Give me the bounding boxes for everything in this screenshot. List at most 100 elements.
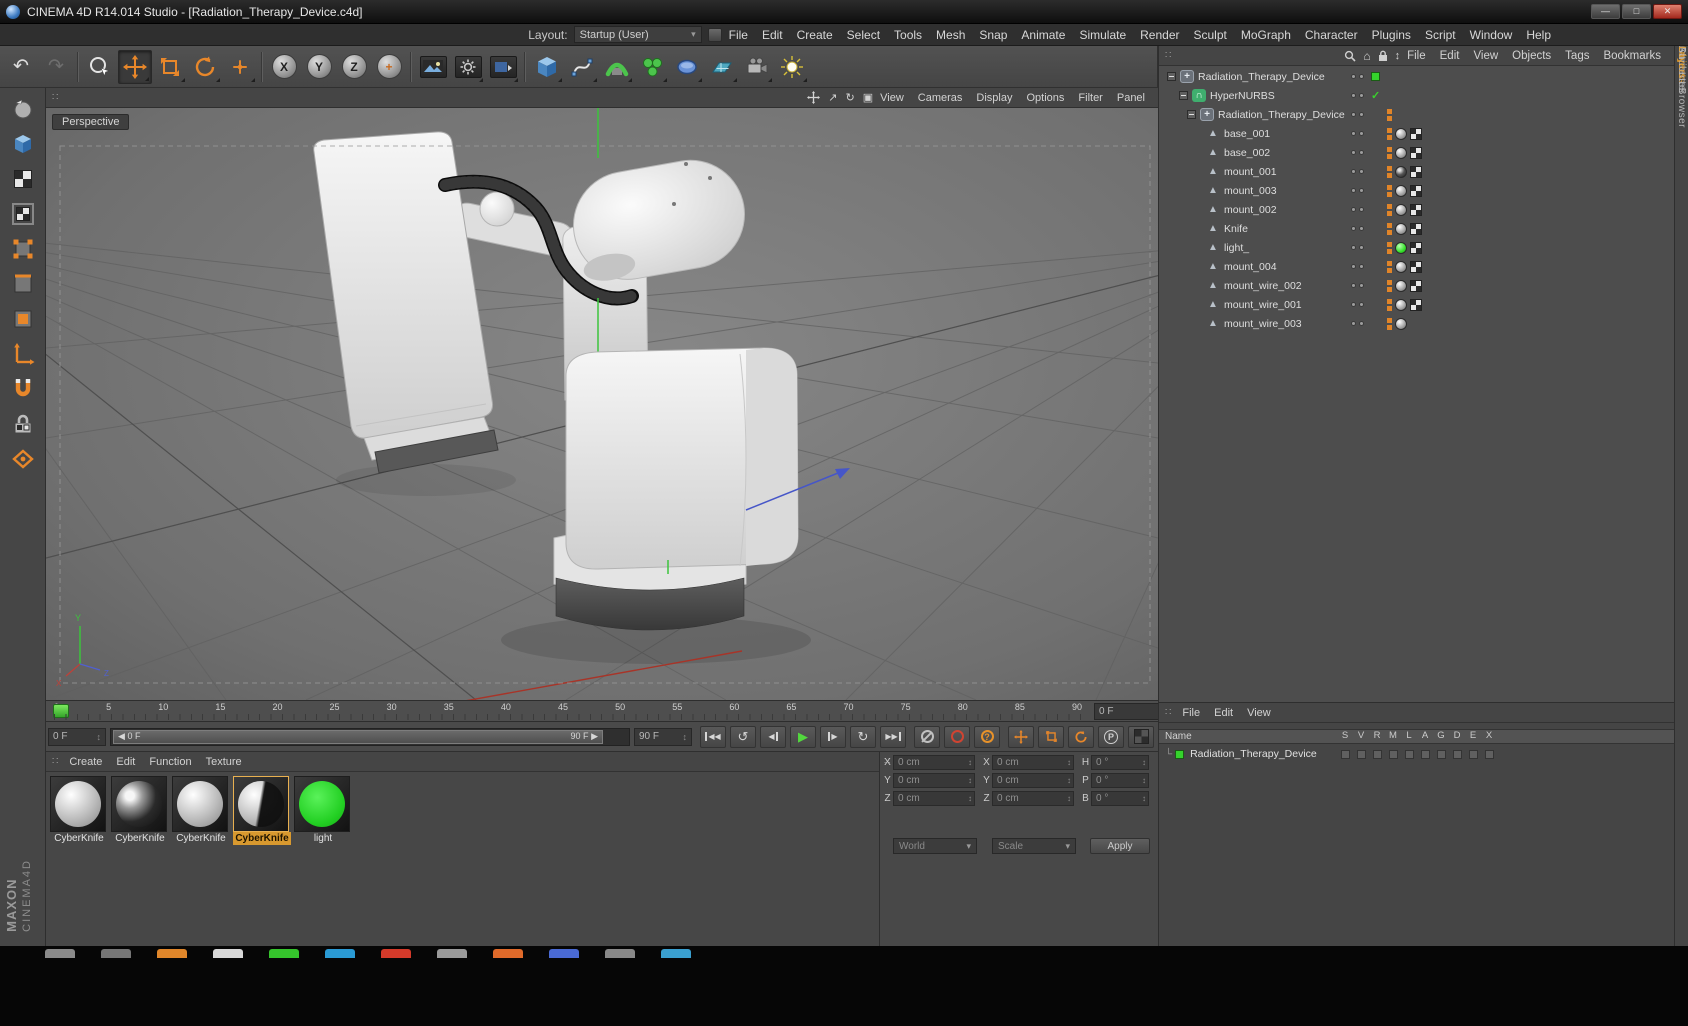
material-item[interactable]: CyberKnife: [172, 776, 230, 845]
model-mode-button[interactable]: [5, 127, 41, 161]
object-state-icon[interactable]: [1371, 72, 1380, 81]
menubar-item[interactable]: Tools: [887, 26, 929, 44]
object-name[interactable]: base_001: [1224, 128, 1270, 140]
layer-toggle[interactable]: [1353, 749, 1369, 759]
coordinate-field[interactable]: 0 cm ↕: [992, 773, 1074, 788]
menubar-item[interactable]: Character: [1298, 26, 1365, 44]
uvw-tag-icon[interactable]: [1410, 165, 1422, 178]
rotate-view-icon[interactable]: ↻: [846, 91, 855, 104]
stepper-icon[interactable]: ↕: [683, 732, 688, 742]
menubar-item[interactable]: MoGraph: [1234, 26, 1298, 44]
visibility-dots[interactable]: [1351, 188, 1364, 193]
pan-view-icon[interactable]: [807, 91, 821, 104]
menubar-item[interactable]: Create: [790, 26, 840, 44]
viewport-menu-item[interactable]: Panel: [1110, 91, 1152, 105]
menubar-item[interactable]: Help: [1519, 26, 1558, 44]
keyframe-off-button[interactable]: [914, 725, 940, 748]
layout-dropdown[interactable]: Startup (User) ▾: [573, 26, 702, 43]
layer-column-letter[interactable]: X: [1481, 730, 1497, 741]
coordinate-field[interactable]: 0 cm ↕: [893, 791, 975, 806]
menubar-item[interactable]: Plugins: [1365, 26, 1418, 44]
material-menu-item[interactable]: Edit: [109, 755, 142, 769]
transform-space-dropdown[interactable]: World ▾: [893, 838, 977, 854]
search-icon[interactable]: [1344, 50, 1356, 62]
layer-column-letter[interactable]: R: [1369, 730, 1385, 741]
viewport-menu-item[interactable]: Filter: [1071, 91, 1109, 105]
viewport-menu-item[interactable]: Options: [1019, 91, 1071, 105]
material-menu-item[interactable]: Create: [62, 755, 109, 769]
menubar-item[interactable]: Select: [840, 26, 887, 44]
coordinate-field[interactable]: 0 cm ↕: [992, 791, 1074, 806]
zoom-view-icon[interactable]: ↗: [828, 91, 837, 104]
uvw-tag-icon[interactable]: [1410, 184, 1422, 197]
taskbar-icon[interactable]: [45, 949, 75, 958]
points-mode-button[interactable]: [5, 232, 41, 266]
perspective-viewport[interactable]: Perspective Y X Z: [46, 108, 1158, 700]
selection-tag-icon[interactable]: [1387, 298, 1392, 311]
apply-button[interactable]: Apply: [1090, 838, 1150, 854]
material-tag-icon[interactable]: [1395, 127, 1407, 140]
selection-tag-icon[interactable]: [1387, 317, 1392, 330]
material-name[interactable]: CyberKnife: [111, 832, 169, 845]
timeline-range-slider[interactable]: ◀ 0 F 90 F ▶: [110, 727, 630, 746]
visibility-dots[interactable]: [1351, 131, 1364, 136]
object-row[interactable]: ▲ mount_wire_002: [1159, 276, 1674, 295]
selection-tag-icon[interactable]: [1387, 279, 1392, 292]
material-tag-icon[interactable]: [1395, 146, 1407, 159]
texture-mode-button[interactable]: [5, 162, 41, 196]
minimize-button[interactable]: —: [1591, 4, 1620, 19]
object-name[interactable]: mount_wire_001: [1224, 299, 1302, 311]
light-button[interactable]: [775, 50, 809, 84]
rotate-tool-button[interactable]: [188, 50, 222, 84]
taskbar-icon[interactable]: [493, 949, 523, 958]
render-view-button[interactable]: [416, 50, 450, 84]
coordinate-field[interactable]: 0 cm ↕: [893, 755, 975, 770]
visibility-dots[interactable]: [1351, 226, 1364, 231]
coordinate-field[interactable]: 0 ° ↕: [1091, 791, 1149, 806]
material-menu-item[interactable]: Texture: [199, 755, 249, 769]
home-icon[interactable]: ⌂: [1363, 49, 1370, 63]
coordinate-field[interactable]: 0 cm ↕: [893, 773, 975, 788]
viewport-menu-item[interactable]: Cameras: [911, 91, 970, 105]
environment-button[interactable]: [705, 50, 739, 84]
render-menu-button[interactable]: [486, 50, 520, 84]
material-thumbnail[interactable]: [111, 776, 167, 832]
menubar-item[interactable]: Simulate: [1072, 26, 1133, 44]
object-manager-menu-item[interactable]: Objects: [1505, 49, 1558, 63]
visibility-dots[interactable]: [1351, 245, 1364, 250]
uvw-tag-icon[interactable]: [1410, 146, 1422, 159]
layer-column-letter[interactable]: M: [1385, 730, 1401, 741]
visibility-dots[interactable]: [1351, 207, 1364, 212]
object-manager-menu-item[interactable]: View: [1466, 49, 1505, 63]
object-row[interactable]: ∩ HyperNURBS ✓: [1159, 86, 1674, 105]
object-name[interactable]: Radiation_Therapy_Device: [1198, 71, 1325, 83]
menubar-item[interactable]: Snap: [972, 26, 1014, 44]
material-tag-icon[interactable]: [1395, 241, 1407, 254]
material-tag-icon[interactable]: [1395, 165, 1407, 178]
selection-tag-icon[interactable]: [1387, 222, 1392, 235]
add-cube-button[interactable]: [530, 50, 564, 84]
object-name[interactable]: mount_001: [1224, 166, 1277, 178]
add-spline-button[interactable]: [565, 50, 599, 84]
layer-color-chip[interactable]: [1175, 749, 1185, 759]
goto-end-button[interactable]: ▶▶: [880, 725, 906, 748]
lock-x-axis-button[interactable]: X: [267, 50, 301, 84]
visibility-dots[interactable]: [1351, 321, 1364, 326]
workplane-lock-button[interactable]: [5, 407, 41, 441]
size-mode-dropdown[interactable]: Scale ▾: [992, 838, 1076, 854]
layer-toggle[interactable]: [1449, 749, 1465, 759]
material-item[interactable]: CyberKnife: [50, 776, 108, 845]
layer-row[interactable]: └ Radiation_Therapy_Device: [1159, 745, 1675, 763]
material-item[interactable]: CyberKnife: [111, 776, 169, 845]
selection-tag-icon[interactable]: [1387, 184, 1392, 197]
polygons-mode-button[interactable]: [5, 302, 41, 336]
cycle-button[interactable]: ↻: [850, 725, 876, 748]
selection-tag-icon[interactable]: [1387, 146, 1392, 159]
manager-tab[interactable]: Layers: [1676, 46, 1687, 79]
layer-toggle[interactable]: [1481, 749, 1497, 759]
menubar-item[interactable]: File: [722, 26, 755, 44]
selection-tag-icon[interactable]: [1387, 260, 1392, 273]
object-name[interactable]: mount_wire_002: [1224, 280, 1302, 292]
object-name[interactable]: mount_003: [1224, 185, 1277, 197]
last-tool-button[interactable]: [223, 50, 257, 84]
